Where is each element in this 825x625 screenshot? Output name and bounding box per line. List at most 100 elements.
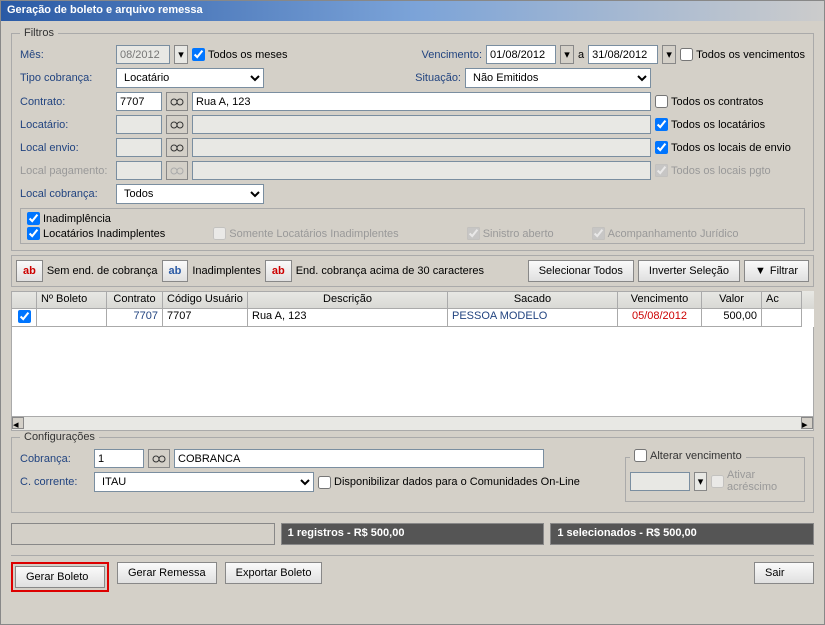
sinistro-label: Sinistro aberto xyxy=(483,228,554,240)
col-vencimento[interactable]: Vencimento xyxy=(618,291,702,309)
filtros-group: Filtros Mês: ▾ Todos os meses Vencimento… xyxy=(11,27,814,251)
ativar-acrescimo-checkbox xyxy=(711,475,724,488)
venc-de-dropdown[interactable]: ▾ xyxy=(560,45,574,64)
inadimplentes-badge[interactable]: ab xyxy=(162,260,189,282)
results-grid: Nº Boleto Contrato Código Usuário Descri… xyxy=(11,291,814,431)
todos-pgto-checkbox xyxy=(655,164,668,177)
cobranca-num-input[interactable] xyxy=(94,449,144,468)
cobranca-search-button[interactable] xyxy=(148,449,170,468)
local-cobranca-label: Local cobrança: xyxy=(20,188,112,200)
locatario-label: Locatário: xyxy=(20,119,112,131)
config-group: Configurações Cobrança: C. corrente: ITA… xyxy=(11,431,814,513)
ccorrente-select[interactable]: ITAU xyxy=(94,472,314,492)
local-envio-label: Local envio: xyxy=(20,142,112,154)
status-empty xyxy=(11,523,275,545)
gerar-remessa-button[interactable]: Gerar Remessa xyxy=(117,562,217,584)
gerar-boleto-highlight: Gerar Boleto xyxy=(11,562,109,592)
cell-valor: 500,00 xyxy=(702,309,762,327)
cell-descricao: Rua A, 123 xyxy=(248,309,448,327)
cell-cod-usuario: 7707 xyxy=(163,309,248,327)
local-pagamento-input xyxy=(116,161,162,180)
row-checkbox[interactable] xyxy=(18,310,31,323)
gerar-boleto-button[interactable]: Gerar Boleto xyxy=(15,566,105,588)
todos-envio-checkbox[interactable] xyxy=(655,141,668,154)
alterar-venc-dropdown: ▾ xyxy=(694,472,707,491)
sair-button[interactable]: Sair xyxy=(754,562,814,584)
tipo-cobranca-select[interactable]: Locatário xyxy=(116,68,264,88)
todos-venc-label: Todos os vencimentos xyxy=(696,49,805,61)
vencimento-label: Vencimento: xyxy=(421,49,482,61)
locatario-desc-input xyxy=(192,115,651,134)
situacao-select[interactable]: Não Emitidos xyxy=(465,68,651,88)
local-envio-desc-input xyxy=(192,138,651,157)
local-envio-search-button[interactable] xyxy=(166,138,188,157)
todos-venc-checkbox[interactable] xyxy=(680,48,693,61)
sem-end-label: Sem end. de cobrança xyxy=(47,265,158,277)
acima30-label: End. cobrança acima de 30 caracteres xyxy=(296,265,484,277)
contrato-desc-input[interactable] xyxy=(192,92,651,111)
venc-ate-dropdown[interactable]: ▾ xyxy=(662,45,676,64)
status-selecionados: 1 selecionados - R$ 500,00 xyxy=(550,523,814,545)
status-registros: 1 registros - R$ 500,00 xyxy=(281,523,545,545)
scroll-right-icon[interactable]: ▸ xyxy=(801,417,813,429)
local-pagamento-desc-input xyxy=(192,161,651,180)
inadimplencia-label: Inadimplência xyxy=(43,213,111,225)
cell-ac xyxy=(762,309,802,327)
venc-ate-input[interactable] xyxy=(588,45,658,64)
cobranca-label: Cobrança: xyxy=(20,453,90,465)
local-envio-input xyxy=(116,138,162,157)
cobranca-desc-input[interactable] xyxy=(174,449,544,468)
sem-end-badge[interactable]: ab xyxy=(16,260,43,282)
grid-scrollbar[interactable]: ◂ ▸ xyxy=(11,417,814,431)
scroll-left-icon[interactable]: ◂ xyxy=(12,417,24,429)
tipo-cobranca-label: Tipo cobrança: xyxy=(20,72,112,84)
col-num-boleto[interactable]: Nº Boleto xyxy=(37,291,107,309)
todos-contratos-checkbox[interactable] xyxy=(655,95,668,108)
col-check xyxy=(11,291,37,309)
acima30-badge[interactable]: ab xyxy=(265,260,292,282)
exportar-boleto-button[interactable]: Exportar Boleto xyxy=(225,562,323,584)
col-ac[interactable]: Ac xyxy=(762,291,802,309)
col-valor[interactable]: Valor xyxy=(702,291,762,309)
todos-locatarios-checkbox[interactable] xyxy=(655,118,668,131)
inadimplentes-label: Inadimplentes xyxy=(192,265,261,277)
alterar-venc-checkbox[interactable] xyxy=(634,449,647,462)
somente-inad-checkbox xyxy=(213,227,226,240)
filtrar-button[interactable]: ▼Filtrar xyxy=(744,260,809,282)
todos-pgto-label: Todos os locais pgto xyxy=(671,165,771,177)
contrato-label: Contrato: xyxy=(20,96,112,108)
inverter-selecao-button[interactable]: Inverter Seleção xyxy=(638,260,740,282)
window-title: Geração de boleto e arquivo remessa xyxy=(1,1,824,21)
todos-meses-checkbox[interactable] xyxy=(192,48,205,61)
alterar-venc-input xyxy=(630,472,690,491)
inadimplencia-checkbox[interactable] xyxy=(27,212,40,225)
locatario-search-button[interactable] xyxy=(166,115,188,134)
disponibilizar-label: Disponibilizar dados para o Comunidades … xyxy=(334,476,580,488)
contrato-search-button[interactable] xyxy=(166,92,188,111)
cell-vencimento: 05/08/2012 xyxy=(618,309,702,327)
venc-de-input[interactable] xyxy=(486,45,556,64)
disponibilizar-checkbox[interactable] xyxy=(318,476,331,489)
alterar-venc-group: Alterar vencimento ▾ Ativar acréscimo xyxy=(625,449,805,502)
cell-contrato: 7707 xyxy=(107,309,163,327)
local-cobranca-select[interactable]: Todos xyxy=(116,184,264,204)
config-legend: Configurações xyxy=(20,431,99,443)
locatario-input xyxy=(116,115,162,134)
col-sacado[interactable]: Sacado xyxy=(448,291,618,309)
col-descricao[interactable]: Descrição xyxy=(248,291,448,309)
col-contrato[interactable]: Contrato xyxy=(107,291,163,309)
local-pagamento-search-button xyxy=(166,161,188,180)
alterar-venc-label: Alterar vencimento xyxy=(650,450,742,462)
todos-contratos-label: Todos os contratos xyxy=(671,96,763,108)
somente-inad-label: Somente Locatários Inadimplentes xyxy=(229,228,398,240)
table-row[interactable]: 7707 7707 Rua A, 123 PESSOA MODELO 05/08… xyxy=(11,309,814,327)
selecionar-todos-button[interactable]: Selecionar Todos xyxy=(528,260,634,282)
acomp-juridico-checkbox xyxy=(592,227,605,240)
col-cod-usuario[interactable]: Código Usuário xyxy=(163,291,248,309)
ccorrente-label: C. corrente: xyxy=(20,476,90,488)
cell-sacado: PESSOA MODELO xyxy=(448,309,618,327)
contrato-input[interactable] xyxy=(116,92,162,111)
locatarios-inad-checkbox[interactable] xyxy=(27,227,40,240)
sinistro-checkbox xyxy=(467,227,480,240)
todos-envio-label: Todos os locais de envio xyxy=(671,142,791,154)
